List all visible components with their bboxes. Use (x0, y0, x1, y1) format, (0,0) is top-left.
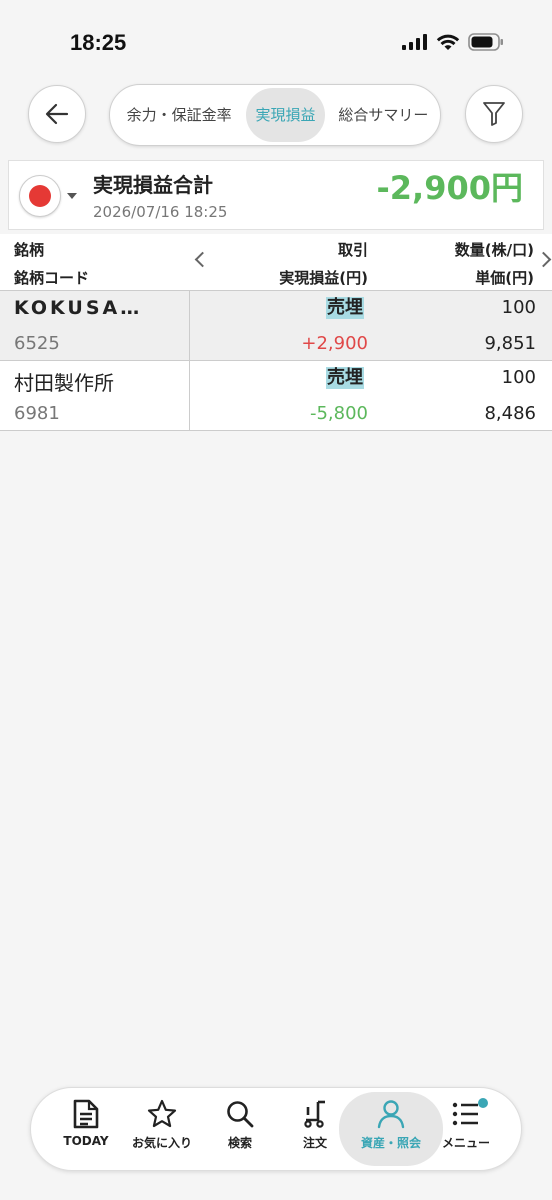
stock-code: 6525 (14, 333, 60, 354)
header-realized-pl: 実現損益(円) (279, 269, 368, 287)
bottom-nav: TODAY お気に入り 検索 注文 資産・照会 メニュー (30, 1087, 522, 1171)
quantity: 100 (501, 367, 536, 388)
screen: 18:25 余力・保証金率 実現損益 総合サマリー 実現損益合計 2026/07… (0, 0, 552, 1200)
nav-menu[interactable]: メニュー (427, 1096, 505, 1164)
market-selector-button[interactable] (19, 175, 61, 217)
stock-name: 村田製作所 (14, 371, 114, 395)
nav-favorites[interactable]: お気に入り (123, 1096, 201, 1164)
list-icon (452, 1102, 478, 1126)
nav-today[interactable]: TODAY (47, 1096, 125, 1164)
nav-label: 検索 (227, 1136, 252, 1150)
nav-label: 注文 (302, 1136, 327, 1150)
name-cell: KOKUSA… 6525 (0, 291, 190, 360)
back-button[interactable] (28, 85, 86, 143)
header-unit-price: 単価(円) (475, 269, 534, 287)
person-icon (377, 1100, 405, 1129)
nav-label: 資産・照会 (360, 1136, 421, 1150)
stock-code: 6981 (14, 403, 60, 424)
nav-label: メニュー (441, 1136, 490, 1150)
arrow-left-icon (45, 103, 69, 125)
segment-tabs: 余力・保証金率 実現損益 総合サマリー (109, 84, 441, 146)
tab-margin-ratio[interactable]: 余力・保証金率 (116, 88, 242, 142)
quantity: 100 (501, 297, 536, 318)
status-time: 18:25 (70, 30, 127, 55)
trade-type: 売埋 (326, 367, 364, 389)
search-icon (227, 1101, 254, 1128)
header: 余力・保証金率 実現損益 総合サマリー (0, 83, 552, 147)
summary-total: -2,900円 (376, 169, 523, 207)
status-icons (402, 33, 504, 51)
header-stock-code: 銘柄コード (14, 269, 90, 287)
table-header: 銘柄 銘柄コード 取引 実現損益(円) 数量(株/口) 単価(円) (0, 234, 552, 291)
table-row[interactable]: 村田製作所 6981 売埋 -5,800 100 8,486 (0, 361, 552, 431)
document-icon (73, 1099, 99, 1129)
chevron-left-icon[interactable] (194, 251, 211, 268)
wifi-icon (436, 34, 460, 50)
unit-price: 9,851 (484, 333, 536, 354)
japan-flag-icon (29, 185, 51, 207)
filter-icon (483, 102, 505, 126)
filter-button[interactable] (465, 85, 523, 143)
chevron-right-icon[interactable] (535, 251, 552, 268)
header-stock-name: 銘柄 (14, 241, 45, 259)
nav-search[interactable]: 検索 (201, 1096, 279, 1164)
cart-icon (304, 1100, 325, 1128)
header-trade: 取引 (337, 241, 368, 259)
summary-date: 2026/07/16 18:25 (93, 203, 228, 221)
notification-badge (478, 1098, 488, 1108)
star-icon (147, 1099, 177, 1128)
realized-pl: -5,800 (309, 403, 368, 424)
unit-price: 8,486 (484, 403, 536, 424)
realized-pl: +2,900 (301, 333, 368, 354)
tab-summary[interactable]: 総合サマリー (327, 88, 440, 142)
trade-type: 売埋 (326, 297, 364, 319)
nav-label: TODAY (63, 1134, 109, 1148)
caret-down-icon[interactable] (67, 193, 77, 199)
cellular-signal-icon (402, 34, 427, 50)
summary-title: 実現損益合計 (93, 173, 213, 197)
header-quantity: 数量(株/口) (454, 241, 534, 259)
nav-label: お気に入り (131, 1136, 192, 1150)
name-cell: 村田製作所 6981 (0, 361, 190, 430)
table-row[interactable]: KOKUSA… 6525 売埋 +2,900 100 9,851 (0, 291, 552, 361)
pl-summary-card: 実現損益合計 2026/07/16 18:25 -2,900円 (8, 160, 544, 230)
battery-icon (468, 33, 503, 51)
stock-name: KOKUSA… (14, 297, 143, 319)
status-bar: 18:25 (0, 0, 552, 80)
tab-realized-pl[interactable]: 実現損益 (246, 88, 325, 142)
